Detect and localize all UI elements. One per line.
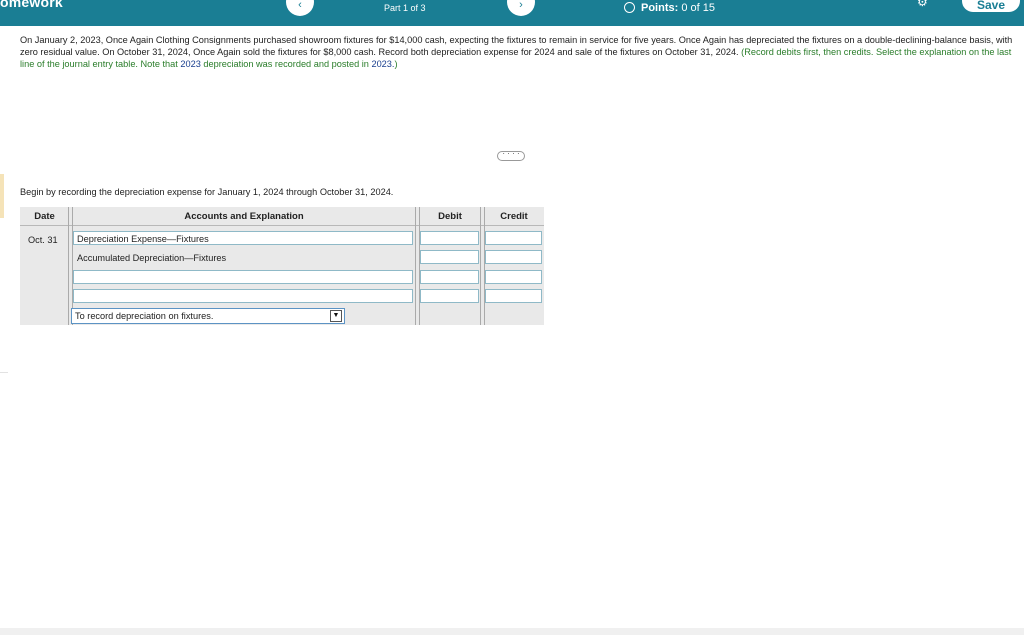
part-instruction: Begin by recording the depreciation expe… bbox=[20, 187, 394, 197]
part-indicator: Part 1 of 3 bbox=[384, 3, 426, 13]
chevron-right-icon: › bbox=[519, 0, 523, 11]
account-field-2[interactable]: Accumulated Depreciation—Fixtures bbox=[73, 250, 413, 264]
top-toolbar: omework ‹ Part 1 of 3 › Points: 0 of 15 … bbox=[0, 0, 1024, 26]
explanation-dropdown[interactable]: To record depreciation on fixtures. ▼ bbox=[71, 308, 345, 324]
credit-field-2[interactable] bbox=[485, 250, 542, 264]
settings-gear-icon[interactable]: ⚙ bbox=[917, 0, 928, 9]
problem-statement: On January 2, 2023, Once Again Clothing … bbox=[20, 34, 1015, 70]
year-2023-b: 2023. bbox=[371, 59, 395, 69]
dropdown-arrow-icon: ▼ bbox=[330, 310, 342, 322]
column-divider bbox=[480, 207, 485, 325]
header-divider bbox=[20, 225, 544, 226]
previous-part-button[interactable]: ‹ bbox=[286, 0, 314, 16]
column-divider bbox=[415, 207, 420, 325]
chevron-left-icon: ‹ bbox=[298, 0, 302, 11]
year-2023-a: 2023 bbox=[180, 59, 201, 69]
question-marker bbox=[0, 174, 4, 218]
points-display: Points: 0 of 15 bbox=[624, 2, 715, 14]
show-more-button[interactable]: · · · · bbox=[497, 150, 525, 161]
problem-instructions-b: depreciation was recorded and posted in bbox=[203, 59, 369, 69]
debit-field-4[interactable] bbox=[420, 289, 479, 303]
divider bbox=[0, 372, 8, 373]
debit-field-3[interactable] bbox=[420, 270, 479, 284]
bottom-bar bbox=[0, 628, 1024, 635]
debit-header: Debit bbox=[438, 211, 462, 222]
points-label: Points: bbox=[641, 2, 679, 14]
explanation-value: To record depreciation on fixtures. bbox=[75, 311, 214, 321]
credit-header: Credit bbox=[500, 211, 528, 222]
app-brand: omework bbox=[0, 0, 63, 10]
entry-date: Oct. 31 bbox=[28, 235, 58, 245]
debit-field-1[interactable] bbox=[420, 231, 479, 245]
debit-field-2[interactable] bbox=[420, 250, 479, 264]
credit-field-4[interactable] bbox=[485, 289, 542, 303]
next-part-button[interactable]: › bbox=[507, 0, 535, 16]
credit-field-3[interactable] bbox=[485, 270, 542, 284]
journal-entry-table: Date Accounts and Explanation Debit Cred… bbox=[20, 207, 544, 325]
problem-instructions-c: ) bbox=[394, 59, 398, 69]
credit-field-1[interactable] bbox=[485, 231, 542, 245]
account-field-4[interactable] bbox=[73, 289, 413, 303]
save-button[interactable]: Save bbox=[962, 0, 1020, 12]
date-header: Date bbox=[34, 211, 55, 222]
points-value: 0 of 15 bbox=[681, 2, 715, 14]
points-circle-icon bbox=[624, 2, 635, 13]
account-field-3[interactable] bbox=[73, 270, 413, 284]
account-field-1[interactable]: Depreciation Expense—Fixtures bbox=[73, 231, 413, 245]
accounts-header: Accounts and Explanation bbox=[184, 211, 304, 222]
